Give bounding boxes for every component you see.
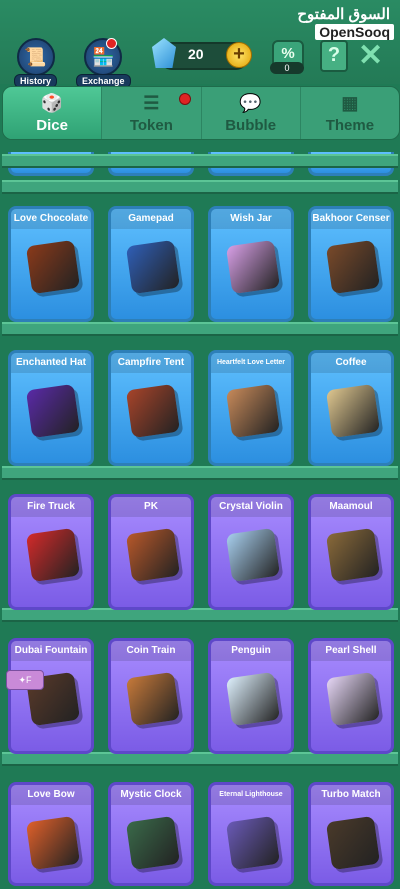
dice-skin-icon xyxy=(325,815,381,871)
item-name: Eternal Lighthouse xyxy=(211,785,291,805)
dice-icon: 🎲 xyxy=(40,93,64,113)
item-name: Turbo Match xyxy=(311,785,391,805)
item-name: Love Chocolate xyxy=(11,209,91,229)
item-name: Coin Train xyxy=(111,641,191,661)
item-card[interactable]: Mystic Clock xyxy=(108,782,194,886)
item-card[interactable]: Coin Train xyxy=(108,638,194,754)
history-button[interactable]: 📜 History xyxy=(14,38,58,88)
dice-skin-icon xyxy=(225,383,281,439)
item-card[interactable]: Gamepad xyxy=(108,206,194,322)
dice-skin-icon xyxy=(225,239,281,295)
dice-skin-icon xyxy=(25,815,81,871)
item-card[interactable]: Crystal Violin xyxy=(208,494,294,610)
item-card[interactable]: Enchanted Hat xyxy=(8,350,94,466)
dice-skin-icon xyxy=(225,815,281,871)
item-name: Pearl Shell xyxy=(311,641,391,661)
theme-grid-icon: ▦ xyxy=(341,93,359,113)
item-name: Crystal Violin xyxy=(211,497,291,517)
item-name: Mystic Clock xyxy=(111,785,191,805)
dice-skin-icon xyxy=(225,527,281,583)
item-name: Maamoul xyxy=(311,497,391,517)
item-card[interactable]: Turbo Match xyxy=(308,782,394,886)
item-card[interactable]: Coffee xyxy=(308,350,394,466)
item-card[interactable]: Fire Truck xyxy=(8,494,94,610)
item-name: Penguin xyxy=(211,641,291,661)
item-name: Coffee xyxy=(311,353,391,373)
item-card[interactable]: Heartfelt Love Letter xyxy=(208,350,294,466)
item-card[interactable]: Love Chocolate xyxy=(8,206,94,322)
exchange-button[interactable]: 🏪 Exchange xyxy=(76,38,131,88)
add-gems-button[interactable]: + xyxy=(226,42,252,68)
dice-skin-icon xyxy=(325,383,381,439)
dice-skin-icon xyxy=(125,671,181,727)
item-name: Gamepad xyxy=(111,209,191,229)
item-card[interactable]: Campfire Tent xyxy=(108,350,194,466)
exchange-notification-dot xyxy=(106,38,117,49)
shelf xyxy=(2,752,398,766)
item-name: Wish Jar xyxy=(211,209,291,229)
watermark-logo: OpenSooq xyxy=(315,24,394,40)
effect-badge-icon: ✦F xyxy=(6,670,44,690)
item-name: Heartfelt Love Letter xyxy=(211,353,291,373)
tab-theme-label: Theme xyxy=(325,117,375,134)
chat-bubble-icon: 💬 xyxy=(239,93,262,113)
token-notification-dot xyxy=(178,93,191,105)
dice-skin-icon xyxy=(25,239,81,295)
item-card[interactable]: Wish Jar xyxy=(208,206,294,322)
item-card[interactable]: Penguin xyxy=(208,638,294,754)
shelf xyxy=(2,154,398,168)
dice-skin-icon xyxy=(125,527,181,583)
item-name: Fire Truck xyxy=(11,497,91,517)
dice-skin-icon xyxy=(125,239,181,295)
discount-count: 0 xyxy=(270,62,304,74)
dice-skin-icon xyxy=(325,671,381,727)
item-card[interactable]: Maamoul xyxy=(308,494,394,610)
dice-skin-icon xyxy=(25,383,81,439)
tab-theme[interactable]: ▦ Theme xyxy=(301,87,399,139)
gem-count: 20 xyxy=(188,46,204,62)
dice-skin-icon xyxy=(125,383,181,439)
item-card[interactable]: Pearl Shell xyxy=(308,638,394,754)
close-button[interactable]: ✕ xyxy=(358,38,383,73)
item-name: Dubai Fountain xyxy=(11,641,91,661)
category-tabs: 🎲 Dice ☰ Token 💬 Bubble ▦ Theme xyxy=(2,86,400,140)
tab-bubble-label: Bubble xyxy=(225,117,277,134)
dice-skin-icon xyxy=(325,527,381,583)
item-name: Campfire Tent xyxy=(111,353,191,373)
shelf xyxy=(2,466,398,480)
dice-skin-icon xyxy=(325,239,381,295)
item-name: Bakhoor Censer xyxy=(311,209,391,229)
watermark-arabic: السوق المفتوح xyxy=(297,6,390,23)
tab-token[interactable]: ☰ Token xyxy=(102,87,202,139)
item-card[interactable]: Bakhoor Censer xyxy=(308,206,394,322)
item-name: Love Bow xyxy=(11,785,91,805)
item-name: Enchanted Hat xyxy=(11,353,91,373)
item-card[interactable]: Love Bow xyxy=(8,782,94,886)
dice-skin-icon xyxy=(125,815,181,871)
shelf xyxy=(2,608,398,622)
history-icon: 📜 xyxy=(16,38,55,76)
item-card[interactable]: PK xyxy=(108,494,194,610)
dice-skin-icon xyxy=(25,527,81,583)
tab-bubble[interactable]: 💬 Bubble xyxy=(202,87,301,139)
item-name: PK xyxy=(111,497,191,517)
shelf xyxy=(2,322,398,336)
help-button[interactable]: ? xyxy=(320,40,348,72)
item-card[interactable]: Dubai Fountain xyxy=(8,638,94,754)
tab-dice-label: Dice xyxy=(36,117,68,134)
item-card[interactable]: Eternal Lighthouse xyxy=(208,782,294,886)
dice-skin-icon xyxy=(225,671,281,727)
tab-token-label: Token xyxy=(129,117,173,134)
shelf xyxy=(2,180,398,194)
tab-dice[interactable]: 🎲 Dice xyxy=(3,87,103,139)
